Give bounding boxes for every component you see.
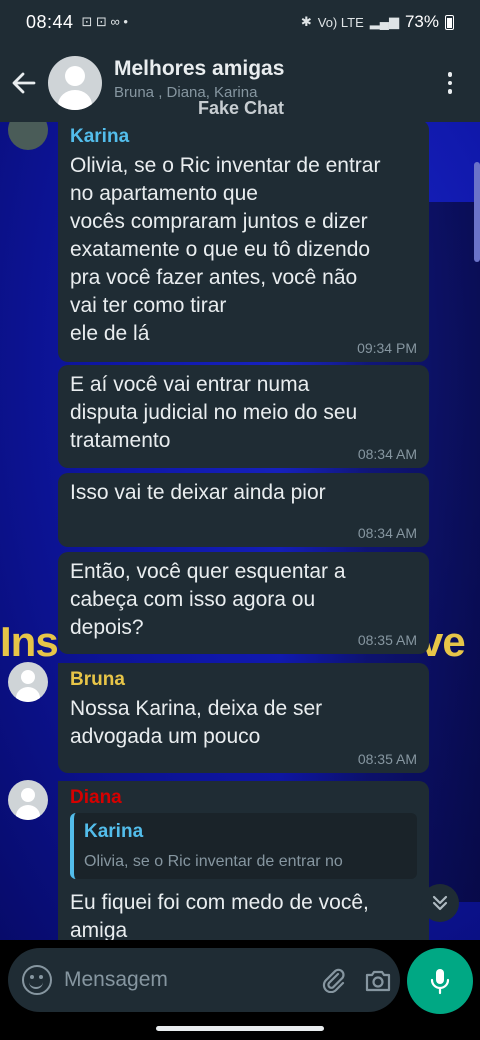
group-avatar[interactable] xyxy=(48,56,102,110)
status-time: 08:44 xyxy=(26,11,74,32)
diana-avatar[interactable] xyxy=(8,780,48,820)
message-time: 09:34 PM xyxy=(357,340,417,356)
chat-title: Melhores amigas xyxy=(114,57,285,80)
dot-icon xyxy=(447,72,453,77)
message-sender: Diana xyxy=(70,787,122,808)
microphone-icon xyxy=(430,969,450,995)
bruna-avatar[interactable] xyxy=(8,662,48,702)
camera-icon xyxy=(365,970,391,992)
message-text: Eu fiquei foi com medo de você, amiga xyxy=(70,891,369,940)
message-bubble[interactable]: Diana Karina Olivia, se o Ric inventar d… xyxy=(58,781,429,940)
message-sender: Karina xyxy=(70,126,130,147)
message-input-container[interactable]: Mensagem xyxy=(8,948,400,1012)
home-indicator[interactable] xyxy=(156,1026,324,1031)
message-time: 08:35 AM xyxy=(357,632,417,648)
message-time: 08:34 AM xyxy=(357,525,417,541)
message-text: Isso vai te deixar ainda pior xyxy=(70,481,326,504)
quoted-sender: Karina xyxy=(84,821,144,842)
double-chevron-down-icon xyxy=(432,895,448,911)
more-options-button[interactable] xyxy=(430,63,470,103)
battery-percent: 73% xyxy=(404,12,439,31)
attach-button[interactable] xyxy=(312,958,356,1002)
message-time: 08:34 AM xyxy=(357,446,417,462)
message-input[interactable]: Mensagem xyxy=(64,968,312,992)
back-arrow-icon xyxy=(12,72,36,94)
scrollbar[interactable] xyxy=(474,162,480,262)
screen-record-icon: ⊡ ⊡ ∞ • xyxy=(81,14,128,29)
signal-icon: ▂▄▆ xyxy=(369,14,399,29)
quoted-message[interactable]: Karina Olivia, se o Ric inventar de entr… xyxy=(70,813,417,879)
quoted-text: Olivia, se o Ric inventar de entrar no xyxy=(84,853,343,870)
message-sender: Bruna xyxy=(70,669,125,690)
camera-button[interactable] xyxy=(356,958,400,1002)
status-bar: 08:44 ⊡ ⊡ ∞ • ✱ Vo) LTE ▂▄▆ 73% xyxy=(0,0,480,44)
message-text: Olivia, se o Ric inventar de entrar no a… xyxy=(70,154,381,345)
video-overlay-text: Ins ve xyxy=(0,618,466,665)
message-text: Então, você quer esquentar a cabeça com … xyxy=(70,560,346,639)
karina-avatar[interactable] xyxy=(8,122,48,150)
message-bubble[interactable]: Então, você quer esquentar a cabeça com … xyxy=(58,552,429,654)
scroll-to-bottom-button[interactable] xyxy=(421,884,459,922)
message-bubble[interactable]: Bruna Nossa Karina, deixa de ser advogad… xyxy=(58,663,429,773)
paperclip-icon xyxy=(322,968,345,993)
chat-header: Melhores amigas Bruna , Diana, Karina Fa… xyxy=(0,44,480,122)
emoji-icon[interactable] xyxy=(22,965,52,995)
message-bubble[interactable]: E aí você vai entrar numa disputa judici… xyxy=(58,365,429,468)
network-icon: Vo) LTE xyxy=(317,14,364,30)
fake-chat-watermark: Fake Chat xyxy=(198,98,285,118)
message-text: E aí você vai entrar numa disputa judici… xyxy=(70,373,358,452)
message-text: Nossa Karina, deixa de ser advogada um p… xyxy=(70,697,323,748)
message-time: 08:35 AM xyxy=(357,751,417,767)
battery-icon xyxy=(445,14,454,30)
message-bubble[interactable]: Karina Olivia, se o Ric inventar de entr… xyxy=(58,122,429,362)
message-bubble[interactable]: Isso vai te deixar ainda pior 08:34 AM xyxy=(58,473,429,547)
voice-message-button[interactable] xyxy=(407,948,473,1014)
back-button[interactable] xyxy=(2,61,46,105)
chat-info[interactable]: Melhores amigas Bruna , Diana, Karina Fa… xyxy=(114,44,430,122)
bluetooth-icon: ✱ xyxy=(300,14,312,29)
chat-area[interactable]: Ins ve Karina Olivia, se o Ric inventar d… xyxy=(0,122,480,940)
composer: Mensagem xyxy=(0,940,480,1024)
